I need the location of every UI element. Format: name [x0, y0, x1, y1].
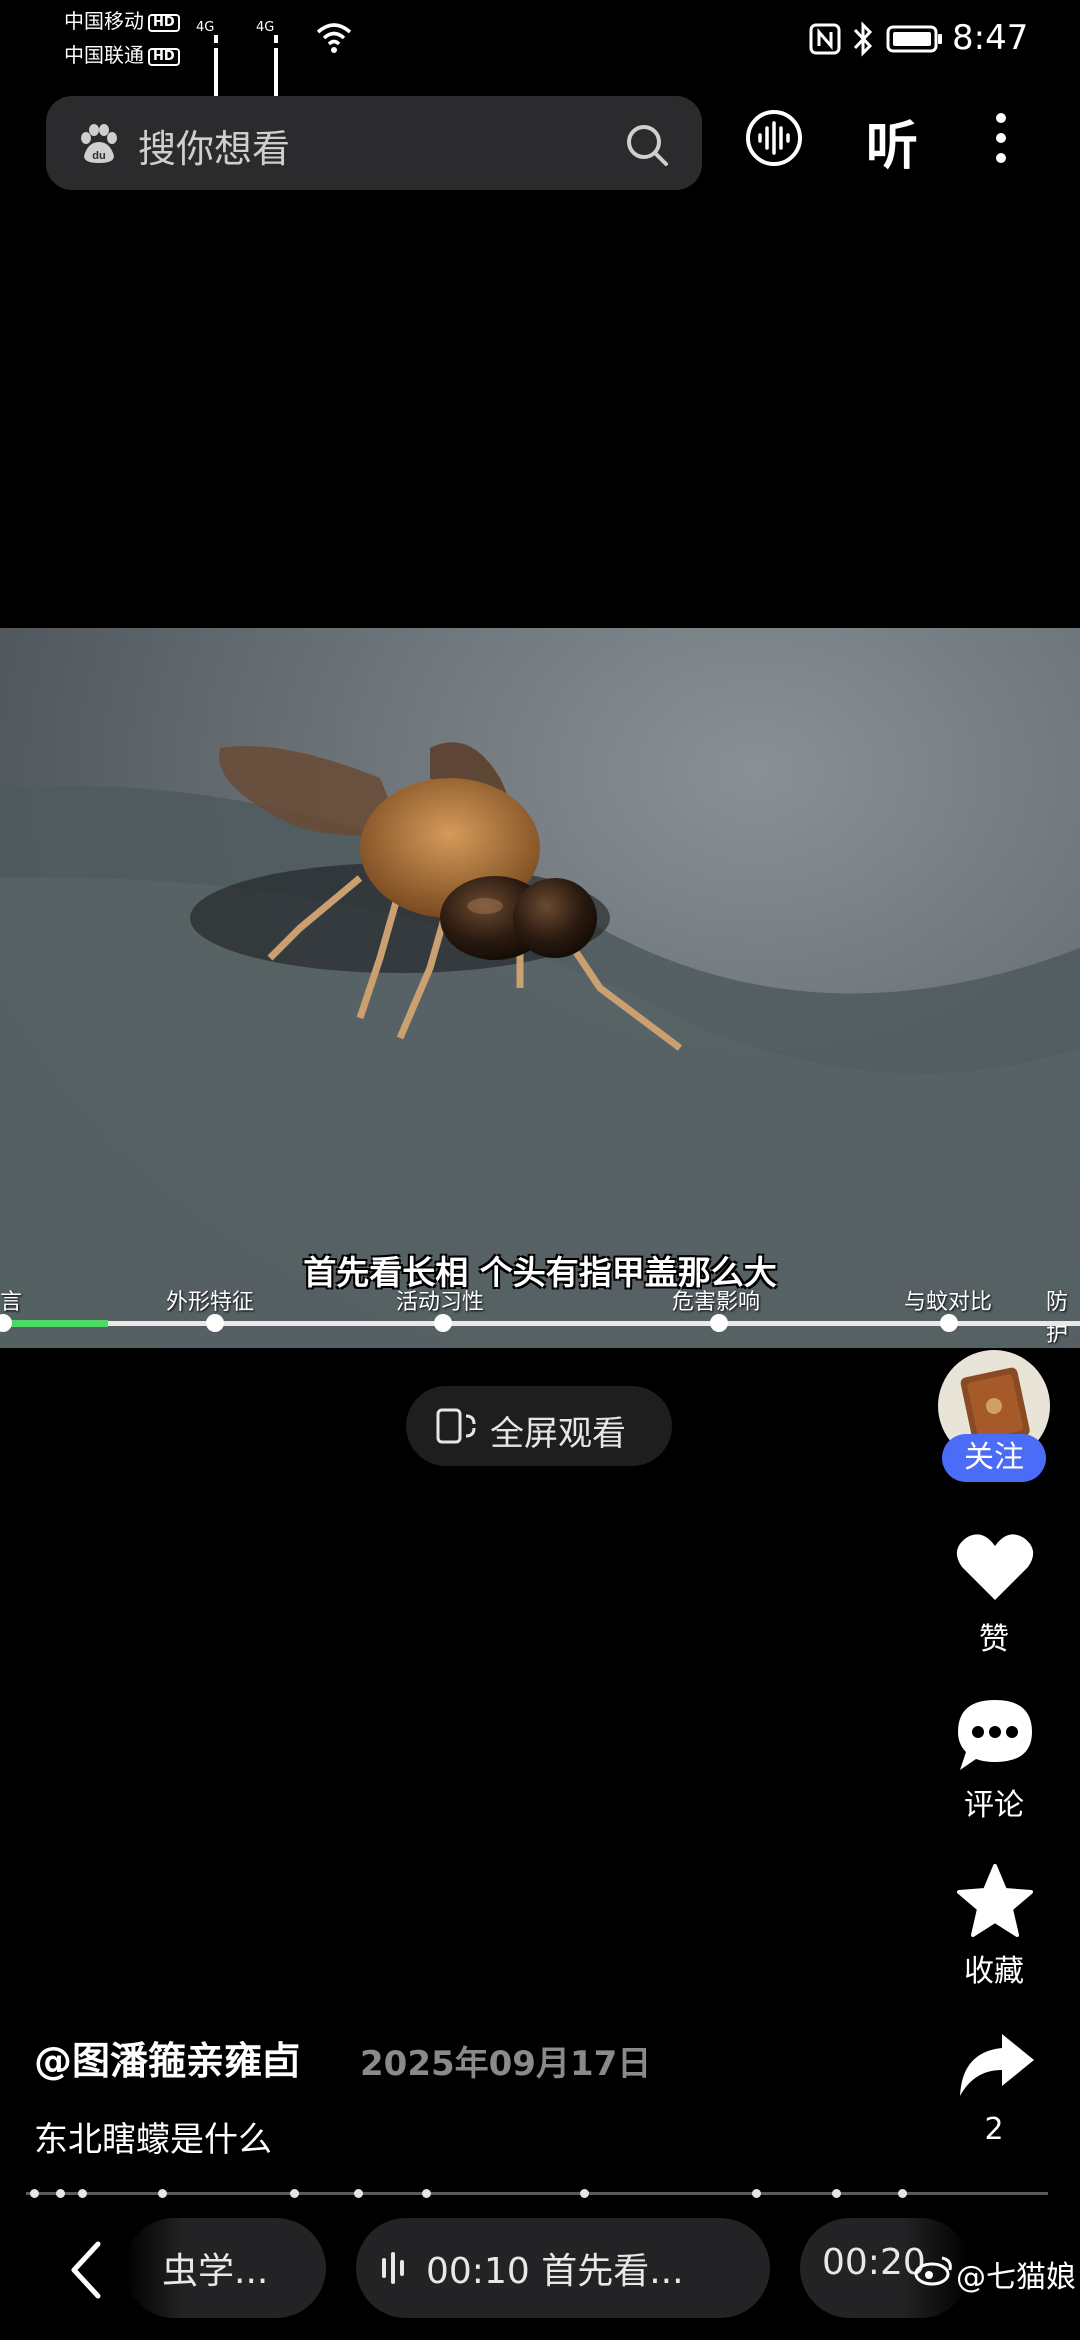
search-icon[interactable]: [624, 122, 670, 168]
chapter-marker-1[interactable]: [206, 1314, 224, 1332]
timeline-dot[interactable]: [78, 2189, 87, 2198]
weibo-logo-icon: [914, 2256, 952, 2286]
chapter-chip-next-label: 00:20: [822, 2242, 926, 2283]
hd-badge-2: HD: [148, 47, 180, 66]
network-type-1: 4G: [196, 20, 215, 35]
comment-icon[interactable]: [954, 1696, 1036, 1774]
post-date: 2025年09月17日: [360, 2044, 652, 2084]
fullscreen-label: 全屏观看: [490, 1414, 626, 1454]
chapter-timeline[interactable]: [26, 2192, 1048, 2195]
timeline-dot[interactable]: [580, 2189, 589, 2198]
heart-icon[interactable]: [954, 1530, 1036, 1604]
video-progress-track[interactable]: [0, 1321, 1080, 1326]
hd-badge: HD: [148, 13, 180, 32]
chapter-chip-prev-label: 虫学...: [162, 2251, 269, 2292]
search-bar[interactable]: du 搜你想看: [46, 96, 702, 190]
timeline-dot[interactable]: [30, 2189, 39, 2198]
chapter-chip-current[interactable]: 00:10 首先看...: [356, 2218, 770, 2318]
post-title[interactable]: 东北瞎蠓是什么: [34, 2112, 272, 2161]
like-label: 赞: [979, 1622, 1009, 1657]
chapter-label-0[interactable]: 言: [0, 1284, 22, 1316]
share-count: 2: [984, 2112, 1004, 2147]
video-frame-horsefly: [0, 742, 1080, 1348]
share-icon[interactable]: [954, 2030, 1036, 2102]
chapter-label-2[interactable]: 活动习性: [396, 1284, 484, 1316]
follow-button[interactable]: 关注: [942, 1434, 1046, 1482]
audio-bars-icon: [382, 2252, 404, 2284]
timeline-dot[interactable]: [158, 2189, 167, 2198]
chapter-marker-2[interactable]: [434, 1314, 452, 1332]
chapter-label-3[interactable]: 危害影响: [672, 1284, 760, 1316]
favorite-label: 收藏: [964, 1954, 1024, 1989]
nfc-icon: [809, 23, 841, 55]
timeline-dot[interactable]: [422, 2189, 431, 2198]
baidu-paw-icon: du: [81, 124, 117, 163]
chapter-chip-current-label: 00:10 首先看...: [426, 2251, 684, 2292]
timeline-dot[interactable]: [354, 2189, 363, 2198]
network-type-2: 4G: [256, 20, 275, 35]
search-placeholder: 搜你想看: [138, 127, 291, 171]
chapter-label-4[interactable]: 与蚊对比: [904, 1284, 992, 1316]
fullscreen-button[interactable]: 全屏观看: [406, 1386, 672, 1466]
listen-button[interactable]: 听: [866, 104, 918, 179]
back-icon[interactable]: [66, 2238, 106, 2302]
carrier-1: 中国移动 HD: [64, 8, 180, 34]
comment-label: 评论: [964, 1788, 1024, 1823]
timeline-dot[interactable]: [56, 2189, 65, 2198]
watermark-text: @七猫娘: [956, 2260, 1076, 2295]
timeline-dot[interactable]: [898, 2189, 907, 2198]
carrier-2: 中国联通 HD: [64, 42, 180, 68]
clock: 8:47: [952, 18, 1029, 58]
author-name[interactable]: @图潘箍亲雍卣: [34, 2030, 300, 2085]
bluetooth-icon: [853, 21, 873, 57]
chapter-label-1[interactable]: 外形特征: [166, 1284, 254, 1316]
svg-text:du: du: [92, 150, 105, 162]
chapter-label-5[interactable]: 防护: [1046, 1284, 1080, 1348]
more-options-icon[interactable]: [986, 108, 1016, 168]
chapter-marker-4[interactable]: [940, 1314, 958, 1332]
video-progress-fill: [0, 1320, 108, 1327]
battery-icon: [886, 25, 942, 53]
star-icon[interactable]: [954, 1862, 1036, 1940]
chapter-marker-3[interactable]: [710, 1314, 728, 1332]
timeline-dot[interactable]: [752, 2189, 761, 2198]
carrier-2-label: 中国联通: [64, 43, 144, 67]
video-player[interactable]: 首先看长相 个头有指甲盖那么大 言 外形特征 活动习性 危害影响 与蚊对比 防护: [0, 628, 1080, 1348]
timeline-dot[interactable]: [290, 2189, 299, 2198]
carrier-1-label: 中国移动: [64, 9, 144, 33]
wifi-icon: [316, 23, 352, 53]
timeline-dot[interactable]: [832, 2189, 841, 2198]
chapter-chip-prev[interactable]: 虫学...: [124, 2218, 326, 2318]
voice-wave-icon[interactable]: [744, 108, 804, 168]
rotate-screen-icon: [436, 1408, 476, 1444]
